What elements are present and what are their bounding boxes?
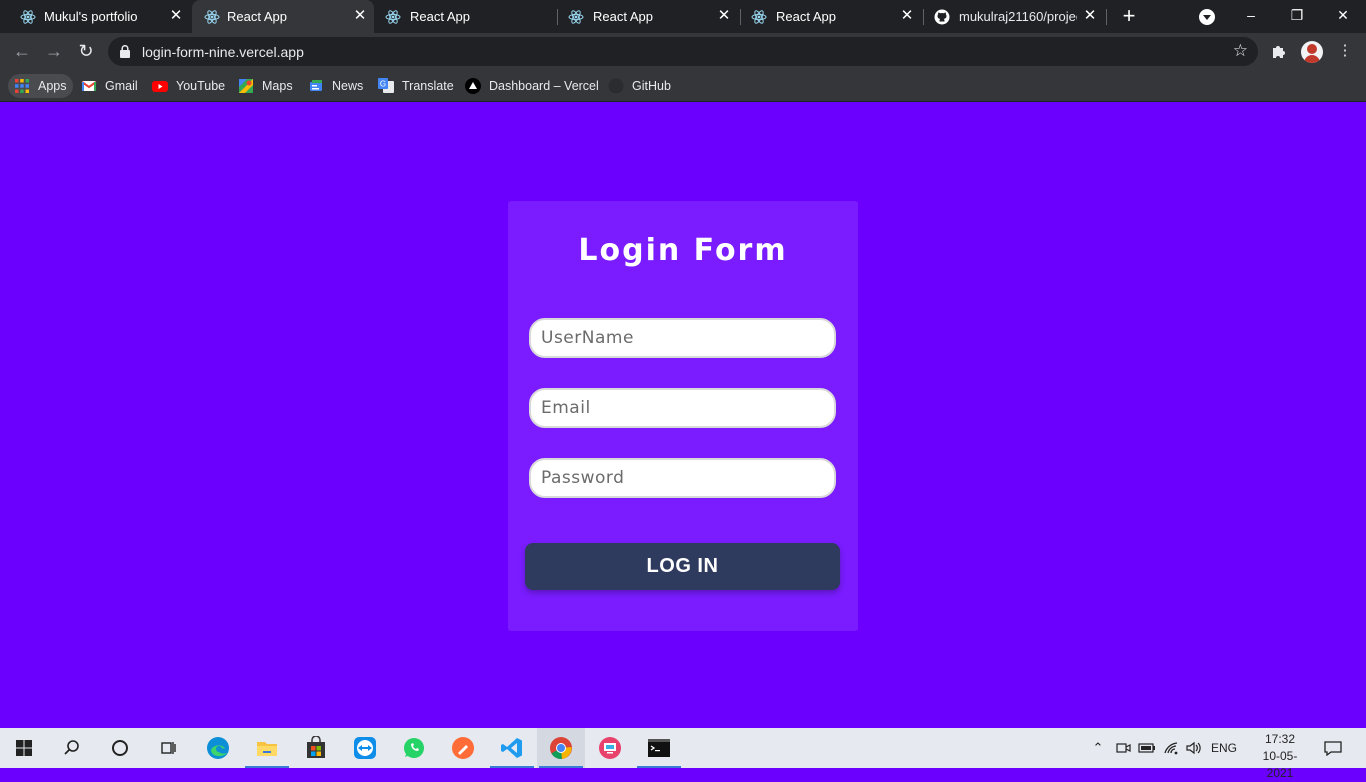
wifi-icon[interactable] xyxy=(1163,740,1181,756)
vscode-icon[interactable] xyxy=(488,728,536,768)
bookmark-translate[interactable]: G Translate xyxy=(378,76,454,96)
profile-avatar[interactable] xyxy=(1301,41,1323,63)
react-logo-icon xyxy=(568,10,584,24)
url-text: login-form-nine.vercel.app xyxy=(142,44,304,60)
file-explorer-icon[interactable] xyxy=(243,728,291,768)
bookmark-youtube[interactable]: YouTube xyxy=(152,76,225,96)
tab-title: React App xyxy=(227,9,287,24)
browser-menu-icon[interactable]: ⋮ xyxy=(1336,42,1354,60)
postman-icon[interactable] xyxy=(439,728,487,768)
remote-desktop-icon[interactable] xyxy=(586,728,634,768)
browser-tab-strip: Mukul's portfolio ✕ React App ✕ React Ap… xyxy=(0,0,1366,33)
close-tab-icon[interactable]: ✕ xyxy=(352,8,368,24)
tab-react-app[interactable]: React App xyxy=(375,0,558,33)
bookmark-star-icon[interactable]: ☆ xyxy=(1233,41,1248,61)
terminal-icon[interactable] xyxy=(635,728,683,768)
close-tab-icon[interactable]: ✕ xyxy=(1082,8,1098,24)
maps-icon xyxy=(238,78,254,94)
react-logo-icon xyxy=(20,10,36,24)
bookmark-label: YouTube xyxy=(176,79,226,93)
react-logo-icon xyxy=(385,10,401,24)
tab-react-app[interactable]: React App ✕ xyxy=(741,0,924,33)
page-viewport: Login Form LOG IN xyxy=(0,103,1366,728)
bookmark-news[interactable]: News xyxy=(308,76,363,96)
apps-grid-icon xyxy=(14,78,30,94)
new-tab-plus-icon[interactable]: + xyxy=(1117,5,1141,29)
system-clock[interactable]: 17:32 10-05-2021 xyxy=(1250,731,1310,782)
login-card: Login Form LOG IN xyxy=(508,201,858,631)
tab-title: React App xyxy=(410,9,470,24)
bookmark-apps[interactable]: Apps xyxy=(8,74,73,98)
bookmark-label: Gmail xyxy=(105,79,138,93)
minimize-icon[interactable]: – xyxy=(1228,0,1274,33)
battery-icon[interactable] xyxy=(1138,740,1156,756)
cortana-icon[interactable] xyxy=(96,728,144,768)
svg-text:G: G xyxy=(380,80,386,89)
tab-mukuls-portfolio[interactable]: Mukul's portfolio ✕ xyxy=(0,0,190,33)
notification-center-icon[interactable] xyxy=(1323,740,1343,757)
whatsapp-icon[interactable] xyxy=(390,728,438,768)
login-button[interactable]: LOG IN xyxy=(525,543,840,590)
close-tab-icon[interactable]: ✕ xyxy=(168,8,184,24)
search-icon[interactable] xyxy=(48,728,96,768)
chevron-up-icon[interactable]: ⌃ xyxy=(1090,740,1106,756)
news-icon xyxy=(308,78,324,94)
bookmark-label: GitHub xyxy=(632,79,671,93)
email-input[interactable] xyxy=(529,388,836,428)
lock-icon xyxy=(120,45,130,58)
bookmark-label: News xyxy=(332,79,364,93)
bookmark-gmail[interactable]: Gmail xyxy=(81,76,138,96)
bookmarks-bar: Apps Gmail YouTube Maps News G Translate xyxy=(0,70,1366,102)
extensions-puzzle-icon[interactable] xyxy=(1270,42,1288,60)
close-tab-icon[interactable]: ✕ xyxy=(716,8,732,24)
bookmark-github[interactable]: GitHub xyxy=(608,76,671,96)
windows-start-icon[interactable] xyxy=(0,728,48,768)
edge-icon[interactable] xyxy=(194,728,242,768)
windows-taskbar: ⌃ ENG 17:32 10-05-2021 xyxy=(0,728,1366,780)
translate-icon: G xyxy=(378,78,394,94)
tab-title: mukulraj21160/project xyxy=(959,9,1077,24)
bookmark-label: Translate xyxy=(402,79,454,93)
volume-icon[interactable] xyxy=(1185,740,1203,756)
teamviewer-icon[interactable] xyxy=(341,728,389,768)
react-logo-icon xyxy=(204,10,220,24)
address-bar[interactable]: login-form-nine.vercel.app ☆ xyxy=(108,37,1258,66)
close-window-icon[interactable]: ✕ xyxy=(1320,0,1366,33)
bookmark-label: Apps xyxy=(38,79,67,93)
tab-title: Mukul's portfolio xyxy=(44,9,138,24)
clock-time: 17:32 xyxy=(1264,732,1296,746)
gmail-icon xyxy=(81,78,97,94)
bookmark-label: Dashboard – Vercel xyxy=(489,79,599,93)
forward-arrow-icon[interactable]: → xyxy=(44,41,64,61)
reload-icon[interactable]: ↻ xyxy=(76,41,96,61)
clock-date: 10-05-2021 xyxy=(1262,749,1298,780)
password-input[interactable] xyxy=(529,458,836,498)
youtube-icon xyxy=(152,78,168,94)
tab-react-app[interactable]: React App ✕ xyxy=(558,0,741,33)
bookmark-label: Maps xyxy=(262,79,293,93)
vercel-icon xyxy=(465,78,481,94)
browser-toolbar: ← → ↻ login-form-nine.vercel.app ☆ ⋮ xyxy=(0,33,1366,70)
tab-title: React App xyxy=(776,9,836,24)
chrome-icon[interactable] xyxy=(537,728,585,768)
tab-react-app-active[interactable]: React App ✕ xyxy=(192,0,374,33)
github-icon xyxy=(608,78,624,94)
restore-icon[interactable]: ❐ xyxy=(1274,0,1320,33)
tab-search-icon[interactable] xyxy=(1199,9,1215,25)
tab-separator xyxy=(1106,9,1107,25)
meet-now-icon[interactable] xyxy=(1114,740,1132,756)
back-arrow-icon[interactable]: ← xyxy=(12,41,32,61)
tab-github-project[interactable]: mukulraj21160/project ✕ xyxy=(924,0,1107,33)
microsoft-store-icon[interactable] xyxy=(292,728,340,768)
bookmark-maps[interactable]: Maps xyxy=(238,76,293,96)
task-view-icon[interactable] xyxy=(144,728,192,768)
close-tab-icon[interactable]: ✕ xyxy=(899,8,915,24)
language-indicator[interactable]: ENG xyxy=(1208,740,1240,756)
tab-title: React App xyxy=(593,9,653,24)
react-logo-icon xyxy=(751,10,767,24)
form-title: Login Form xyxy=(578,233,788,268)
bookmark-vercel-dashboard[interactable]: Dashboard – Vercel xyxy=(465,76,599,96)
username-input[interactable] xyxy=(529,318,836,358)
github-logo-icon xyxy=(934,9,950,25)
